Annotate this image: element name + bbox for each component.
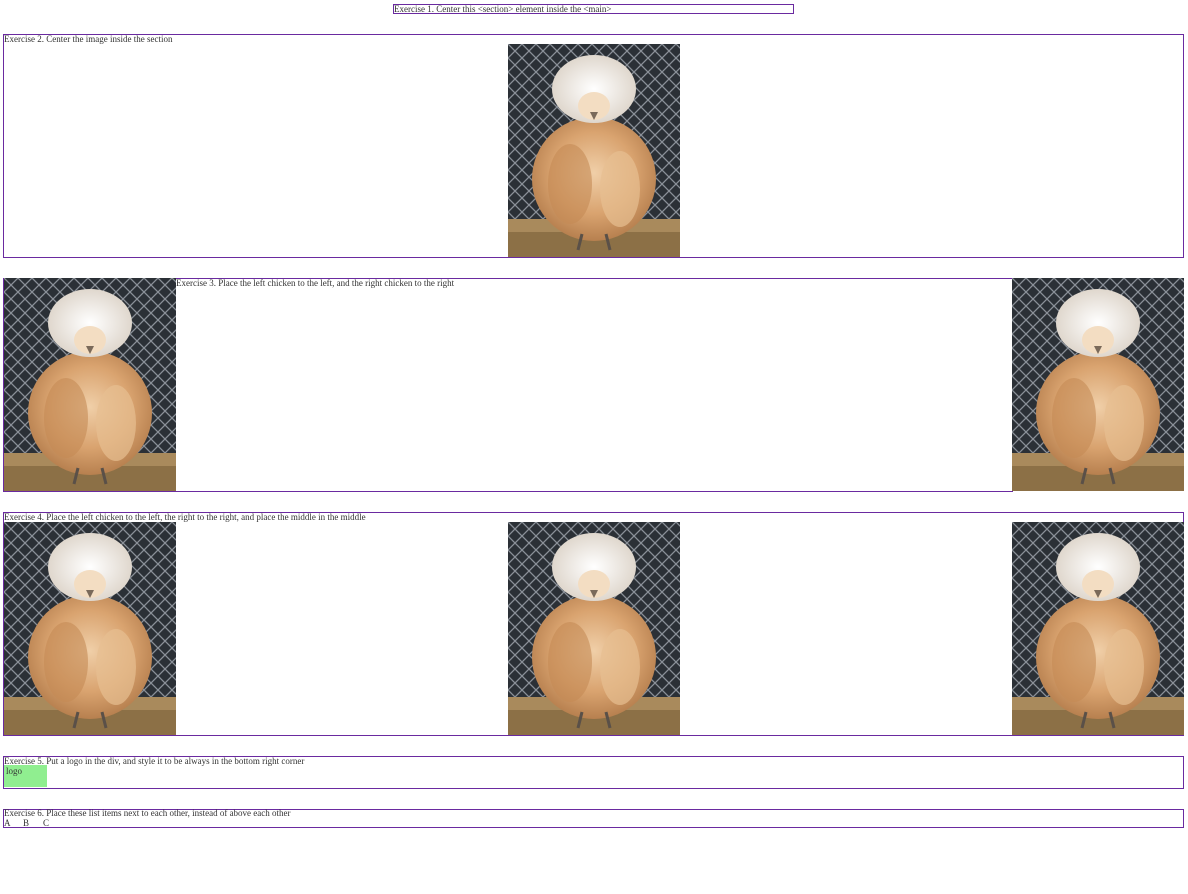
chicken-image-centered — [508, 44, 680, 257]
exercise-5-label: Exercise 5. Put a logo in the div, and s… — [4, 756, 305, 766]
chicken-image-left — [4, 278, 176, 491]
exercise-1-section: Exercise 1. Center this <section> elemen… — [393, 4, 794, 14]
exercise-2-label: Exercise 2. Center the image inside the … — [4, 34, 173, 44]
list-item: C — [43, 818, 50, 828]
list-item: A — [4, 818, 11, 828]
chicken-image-left — [4, 522, 176, 735]
chicken-image-right — [1012, 522, 1184, 735]
exercise-6-label: Exercise 6. Place these list items next … — [4, 808, 291, 818]
exercise-1-label: Exercise 1. Center this <section> elemen… — [394, 4, 612, 14]
exercise-4-label: Exercise 4. Place the left chicken to th… — [4, 512, 366, 522]
chicken-image-middle — [508, 522, 680, 735]
list-item: B — [23, 818, 30, 828]
exercise-3-label: Exercise 3. Place the left chicken to th… — [176, 278, 455, 288]
chicken-image-right — [1012, 278, 1184, 491]
logo-image: logo — [4, 765, 47, 787]
logo-alt-text: logo — [6, 766, 23, 776]
